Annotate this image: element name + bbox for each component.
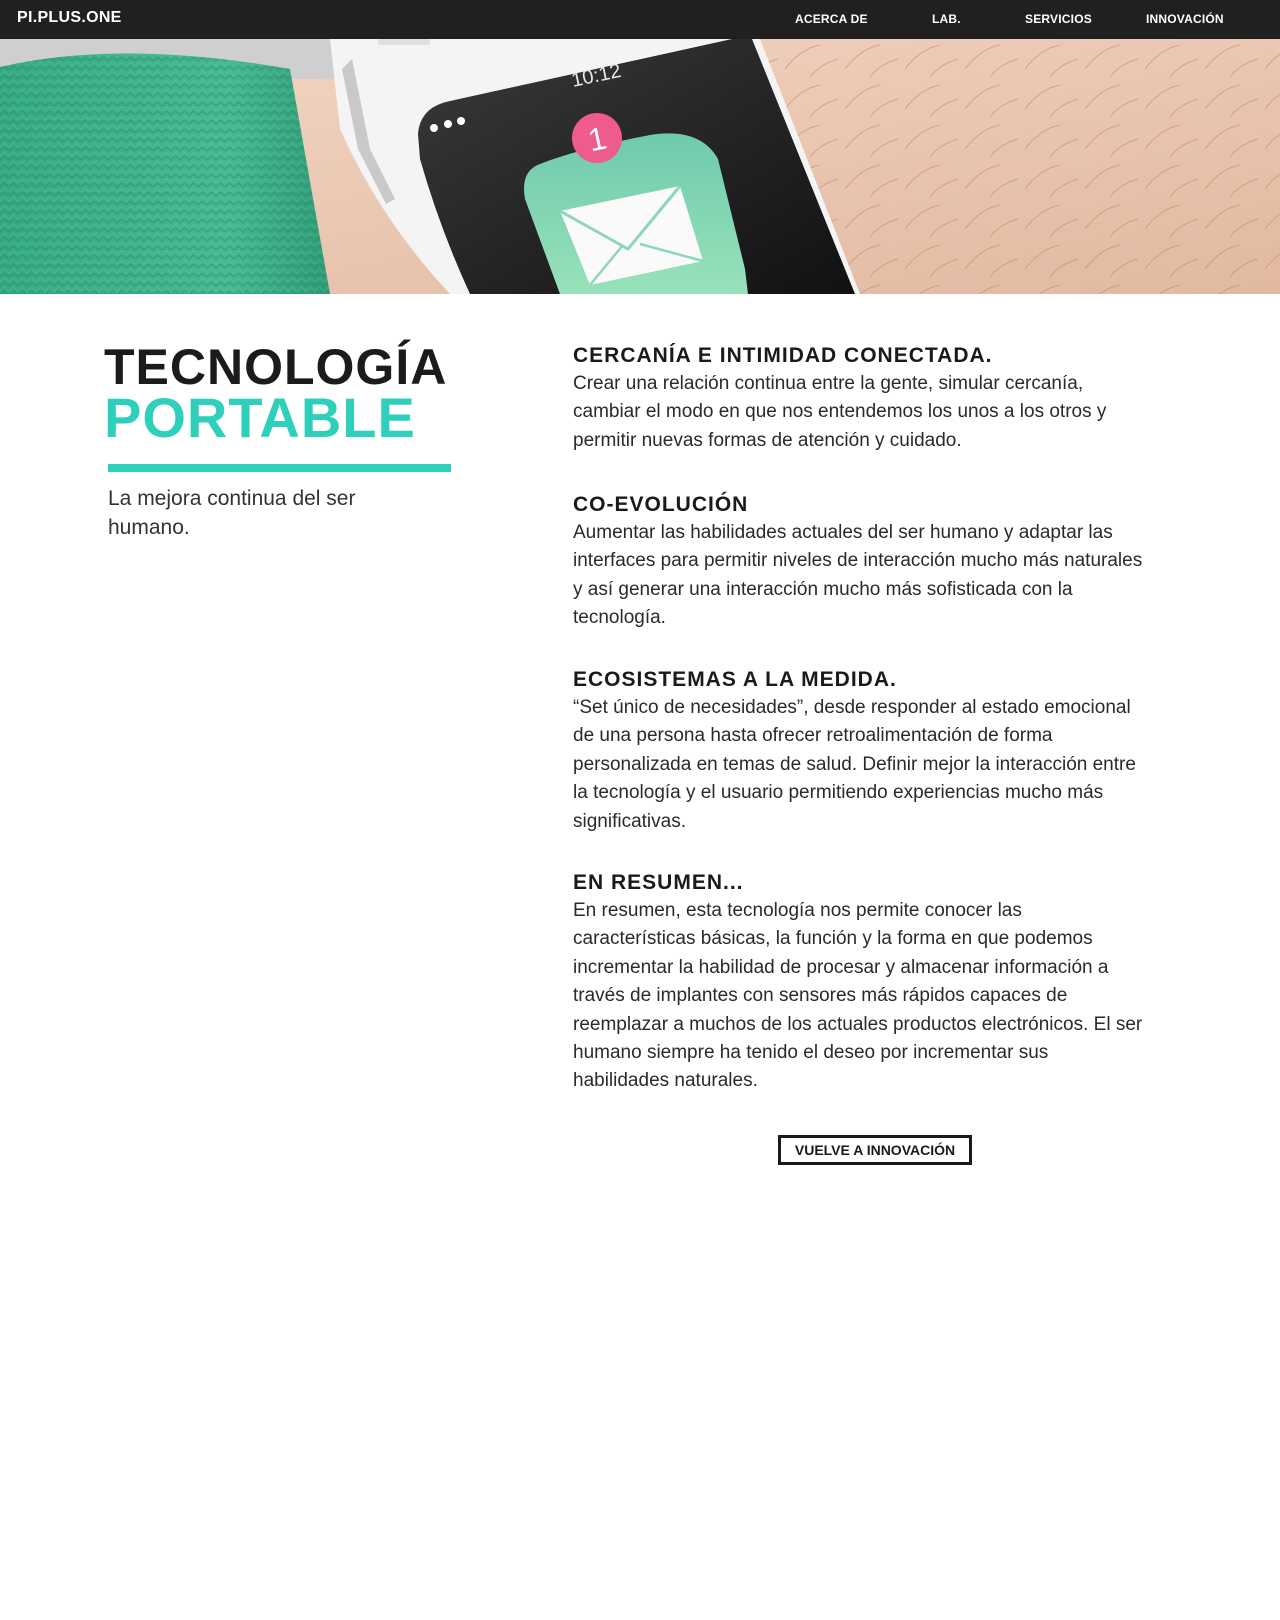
nav-link-acerca-de[interactable]: ACERCA DE — [795, 12, 868, 26]
section-body: En resumen, esta tecnología nos permite … — [573, 900, 1143, 1092]
back-to-innovation-button[interactable]: VUELVE A INNOVACIÓN — [778, 1135, 972, 1165]
page-title-line-2: PORTABLE — [104, 386, 416, 449]
page-subtitle: La mejora continua del ser humano. — [108, 487, 356, 539]
section-heading: CO-EVOLUCIÓN — [573, 493, 749, 516]
brand-logo-link[interactable]: PI.PLUS.ONE — [17, 9, 122, 27]
section-body: “Set único de necesidades”, desde respon… — [573, 697, 1136, 832]
section-heading: EN RESUMEN... — [573, 871, 744, 894]
section-body: Crear una relación continua entre la gen… — [573, 373, 1107, 451]
nav-link-lab[interactable]: LAB. — [932, 12, 961, 26]
nav-link-servicios[interactable]: SERVICIOS — [1025, 12, 1092, 26]
section-heading: CERCANÍA E INTIMIDAD CONECTADA. — [573, 344, 993, 367]
hero-smartwatch-image: 10:12 1 — [0, 39, 1280, 294]
section-resumen: EN RESUMEN... En resumen, esta tecnologí… — [573, 869, 1148, 1096]
nav-link-innovacion[interactable]: INNOVACIÓN — [1146, 12, 1224, 26]
notification-badge: 1 — [572, 113, 622, 163]
section-cercania: CERCANÍA E INTIMIDAD CONECTADA. Crear un… — [573, 342, 1148, 455]
hero-illustration: 10:12 1 — [0, 39, 1280, 294]
section-co-evolucion: CO-EVOLUCIÓN Aumentar las habilidades ac… — [573, 491, 1148, 633]
section-body: Aumentar las habilidades actuales del se… — [573, 522, 1143, 629]
title-accent-rule — [108, 464, 451, 472]
section-ecosistemas: ECOSISTEMAS A LA MEDIDA. “Set único de n… — [573, 666, 1148, 836]
section-heading: ECOSISTEMAS A LA MEDIDA. — [573, 668, 897, 691]
top-navigation-bar: PI.PLUS.ONE ACERCA DE LAB. SERVICIOS INN… — [0, 0, 1280, 39]
